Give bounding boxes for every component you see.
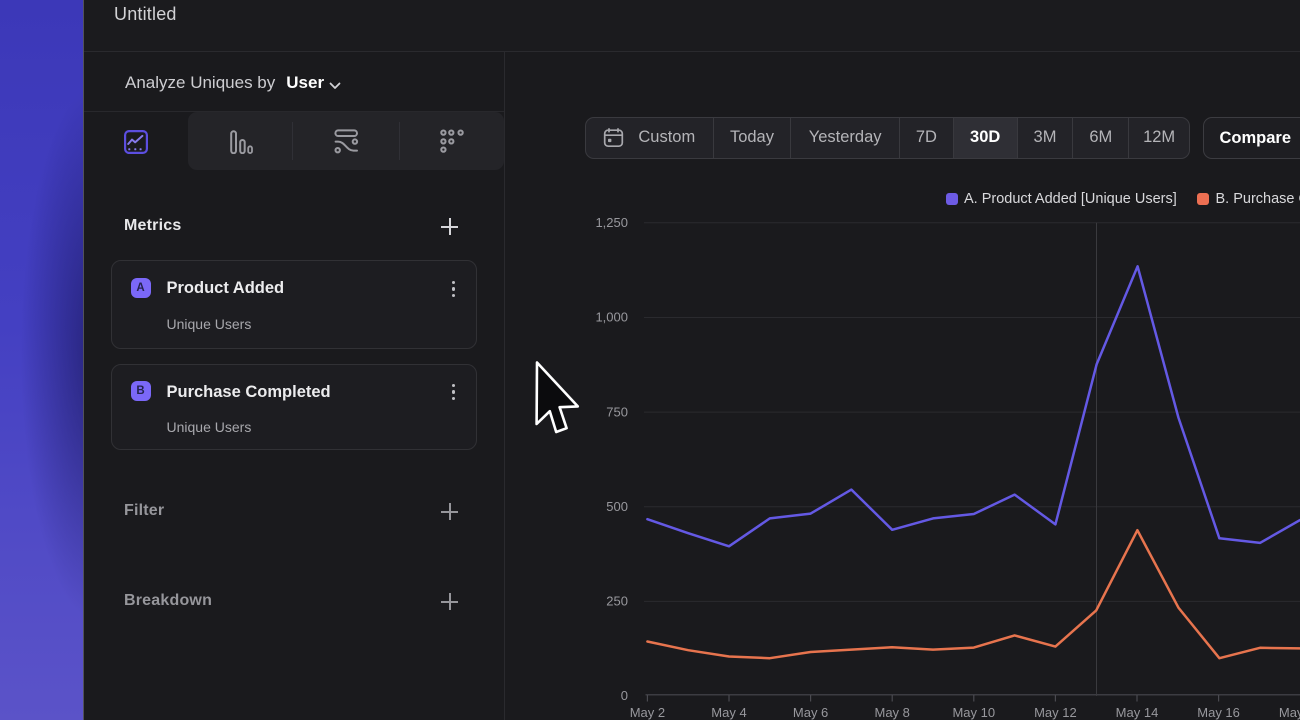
svg-text:May 4: May 4 <box>711 705 746 720</box>
svg-text:May 16: May 16 <box>1197 705 1240 720</box>
svg-text:0: 0 <box>621 688 628 703</box>
svg-text:May 6: May 6 <box>793 705 828 720</box>
svg-text:May 2: May 2 <box>630 705 665 720</box>
svg-text:250: 250 <box>606 594 628 609</box>
svg-text:750: 750 <box>606 404 628 419</box>
svg-text:May 10: May 10 <box>952 705 995 720</box>
svg-text:May 8: May 8 <box>874 705 909 720</box>
svg-text:500: 500 <box>606 499 628 514</box>
svg-text:May 18: May 18 <box>1279 705 1300 720</box>
svg-text:May 12: May 12 <box>1034 705 1077 720</box>
svg-text:1,250: 1,250 <box>595 215 628 230</box>
svg-text:1,000: 1,000 <box>595 310 628 325</box>
svg-text:May 14: May 14 <box>1116 705 1159 720</box>
